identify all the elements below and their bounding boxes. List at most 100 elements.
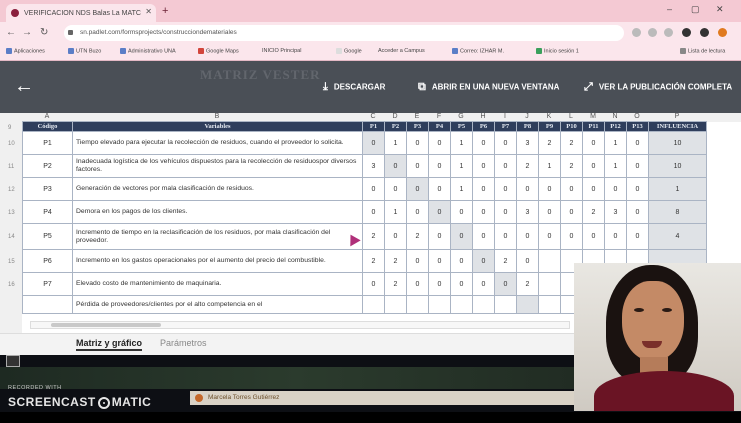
reload-icon[interactable]: ↻	[40, 27, 48, 38]
cell-value[interactable]: 0	[362, 131, 385, 155]
cell-value[interactable]: 0	[428, 177, 451, 201]
cell-influence[interactable]: 10	[648, 131, 707, 155]
cell-value[interactable]: 2	[384, 249, 407, 273]
cell-value[interactable]: 0	[384, 177, 407, 201]
cell-value[interactable]: 0	[494, 200, 517, 224]
extension-icon[interactable]	[682, 28, 691, 37]
cell-value[interactable]: 0	[472, 200, 495, 224]
cell-value[interactable]: 0	[494, 154, 517, 178]
column-letter[interactable]: M	[582, 113, 604, 120]
cell-value[interactable]	[428, 295, 451, 314]
profile-avatar-icon[interactable]	[718, 28, 727, 37]
cell-code[interactable]: P6	[22, 249, 73, 273]
cell-value[interactable]: 0	[626, 223, 649, 250]
forward-icon[interactable]: →	[22, 27, 32, 38]
cell-value[interactable]: 0	[428, 223, 451, 250]
cell-value[interactable]: 2	[582, 200, 605, 224]
row-number[interactable]: 9	[8, 125, 11, 131]
cell-value[interactable]: 0	[560, 223, 583, 250]
cell-value[interactable]: 0	[494, 177, 517, 201]
cell-value[interactable]: 1	[604, 131, 627, 155]
cell-value[interactable]: 2	[560, 131, 583, 155]
cell-value[interactable]: 0	[406, 200, 429, 224]
cell-value[interactable]: 0	[516, 249, 539, 273]
cell-code[interactable]: P3	[22, 177, 73, 201]
cell-value[interactable]: 0	[538, 200, 561, 224]
row-number[interactable]: 12	[8, 187, 15, 193]
column-letter[interactable]: L	[560, 113, 582, 120]
cell-value[interactable]: 3	[362, 154, 385, 178]
bookmark-item[interactable]: Lista de lectura	[680, 48, 725, 54]
cell-influence[interactable]: 1	[648, 177, 707, 201]
cell-value[interactable]: 0	[406, 272, 429, 296]
cell-value[interactable]: 1	[384, 131, 407, 155]
cell-value[interactable]: 1	[604, 154, 627, 178]
open-new-window-button[interactable]: ⧉ ABRIR EN UNA NUEVA VENTANA	[418, 81, 559, 94]
cell-value[interactable]: 0	[626, 200, 649, 224]
column-letter[interactable]: H	[472, 113, 494, 120]
cell-value[interactable]: 0	[494, 223, 517, 250]
column-letter[interactable]: C	[362, 113, 384, 120]
cell-influence[interactable]: 4	[648, 223, 707, 250]
cell-variable[interactable]: Elevado costo de mantenimiento de maquin…	[72, 272, 363, 296]
bookmark-item[interactable]: Correo: IZHAR M.	[452, 48, 504, 54]
cell-value[interactable]: 1	[384, 200, 407, 224]
scroll-thumb[interactable]	[51, 323, 161, 327]
cell-code[interactable]	[22, 295, 73, 314]
bookmark-item[interactable]: Administrativo UNA	[120, 48, 176, 54]
column-letter[interactable]: O	[626, 113, 648, 120]
bookmark-item[interactable]: Acceder a Campus	[378, 48, 425, 54]
cell-value[interactable]: 0	[428, 249, 451, 273]
cell-value[interactable]: 0	[472, 272, 495, 296]
cell-variable[interactable]: Incremento de tiempo en la reclasificaci…	[72, 223, 363, 250]
minimize-icon[interactable]: –	[667, 4, 672, 14]
cell-value[interactable]: 0	[384, 223, 407, 250]
cell-value[interactable]: 0	[582, 154, 605, 178]
cell-variable[interactable]: Pérdida de proveedores/clientes por el a…	[72, 295, 363, 314]
new-tab-icon[interactable]: +	[162, 5, 168, 17]
cell-value[interactable]: 0	[384, 154, 407, 178]
tab-parametros[interactable]: Parámetros	[160, 338, 207, 348]
horizontal-scrollbar[interactable]	[30, 321, 570, 329]
tab-close-icon[interactable]: ✕	[145, 7, 152, 16]
cell-value[interactable]: 3	[516, 131, 539, 155]
cell-variable[interactable]: Tiempo elevado para ejecutar la recolecc…	[72, 131, 363, 155]
cell-value[interactable]	[450, 295, 473, 314]
bookmark-item[interactable]: Google	[336, 48, 362, 54]
cell-variable[interactable]: Demora en los pagos de los clientes.	[72, 200, 363, 224]
cell-value[interactable]	[384, 295, 407, 314]
cell-value[interactable]: 0	[582, 177, 605, 201]
cell-value[interactable]: 2	[538, 131, 561, 155]
cell-value[interactable]	[538, 249, 561, 273]
column-letter[interactable]: D	[384, 113, 406, 120]
tab-matriz-grafico[interactable]: Matriz y gráfico	[76, 338, 143, 351]
cell-value[interactable]: 0	[362, 200, 385, 224]
cell-value[interactable]: 0	[406, 131, 429, 155]
cell-value[interactable]: 0	[604, 223, 627, 250]
cell-value[interactable]: 0	[582, 223, 605, 250]
cell-value[interactable]	[538, 295, 561, 314]
cell-code[interactable]: P2	[22, 154, 73, 178]
column-letter[interactable]: F	[428, 113, 450, 120]
cell-value[interactable]: 0	[428, 154, 451, 178]
cell-value[interactable]: 0	[582, 131, 605, 155]
cell-value[interactable]: 2	[362, 223, 385, 250]
row-number[interactable]: 10	[8, 141, 15, 147]
cell-value[interactable]: 1	[450, 154, 473, 178]
cell-value[interactable]: 0	[406, 177, 429, 201]
cell-variable[interactable]: Generación de vectores por mala clasific…	[72, 177, 363, 201]
cell-value[interactable]: 0	[362, 177, 385, 201]
cell-value[interactable]: 0	[472, 154, 495, 178]
column-letter[interactable]: P	[648, 113, 706, 120]
cell-value[interactable]	[538, 272, 561, 296]
cell-code[interactable]: P4	[22, 200, 73, 224]
cell-value[interactable]: 2	[362, 249, 385, 273]
row-number[interactable]: 11	[8, 164, 14, 170]
cell-value[interactable]: 1	[450, 131, 473, 155]
cell-value[interactable]: 0	[472, 223, 495, 250]
cell-influence[interactable]: 8	[648, 200, 707, 224]
back-icon[interactable]: ←	[6, 27, 16, 38]
cell-value[interactable]: 0	[626, 131, 649, 155]
star-icon[interactable]	[664, 28, 673, 37]
cell-value[interactable]: 1	[450, 177, 473, 201]
